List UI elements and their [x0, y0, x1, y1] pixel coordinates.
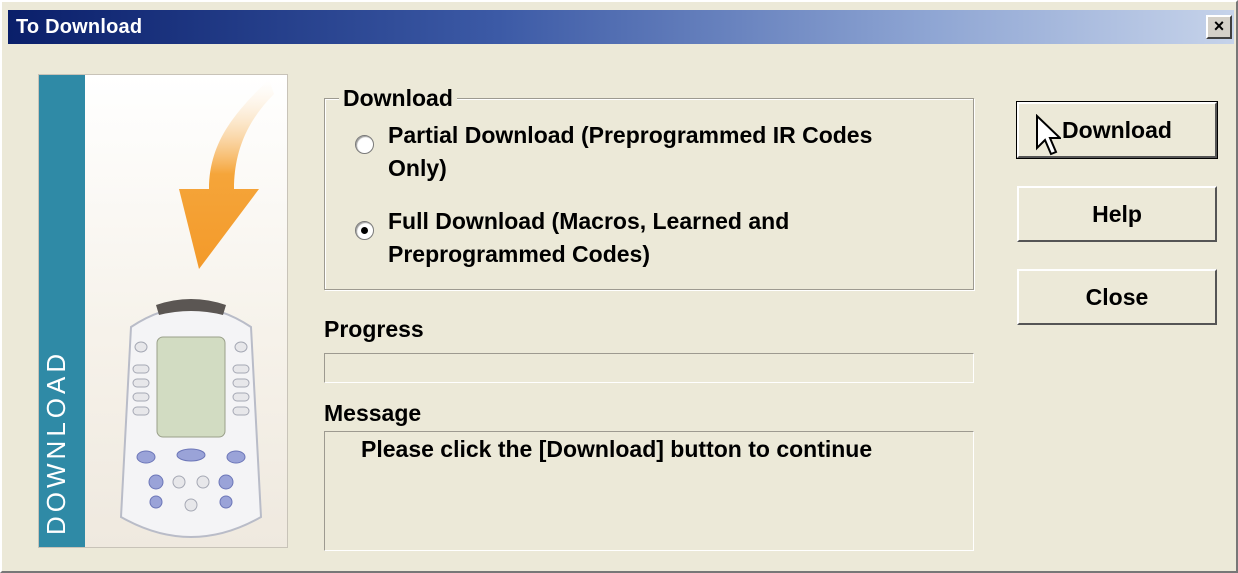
download-options-group: Download Partial Download (Preprogrammed… — [324, 85, 974, 290]
title-bar[interactable]: To Download × — [8, 10, 1234, 44]
partial-download-radio[interactable] — [355, 135, 374, 154]
close-window-button[interactable]: × — [1206, 15, 1232, 39]
partial-download-option[interactable]: Partial Download (Preprogrammed IR Codes… — [355, 119, 908, 185]
download-dialog: To Download × DOWNLOAD Download Partial … — [0, 0, 1238, 573]
banner-strip: DOWNLOAD — [39, 75, 85, 547]
close-button[interactable]: Close — [1017, 269, 1217, 325]
progress-bar — [324, 353, 974, 383]
remote-control-icon — [119, 299, 263, 538]
message-label: Message — [324, 400, 422, 426]
window-title: To Download — [16, 16, 143, 38]
full-download-label[interactable]: Full Download (Macros, Learned and Prepr… — [388, 205, 908, 271]
download-group-label: Download — [339, 85, 457, 112]
help-button[interactable]: Help — [1017, 186, 1217, 242]
full-download-option[interactable]: Full Download (Macros, Learned and Prepr… — [355, 205, 908, 271]
download-arrow-icon — [179, 79, 274, 269]
full-download-radio[interactable] — [355, 221, 374, 240]
message-box: Please click the [Download] button to co… — [324, 431, 974, 551]
download-banner: DOWNLOAD — [38, 74, 288, 548]
banner-text: DOWNLOAD — [41, 349, 71, 535]
progress-label: Progress — [324, 316, 424, 342]
mouse-pointer-icon — [1036, 114, 1061, 156]
partial-download-label[interactable]: Partial Download (Preprogrammed IR Codes… — [388, 119, 908, 185]
message-text: Please click the [Download] button to co… — [361, 436, 873, 462]
